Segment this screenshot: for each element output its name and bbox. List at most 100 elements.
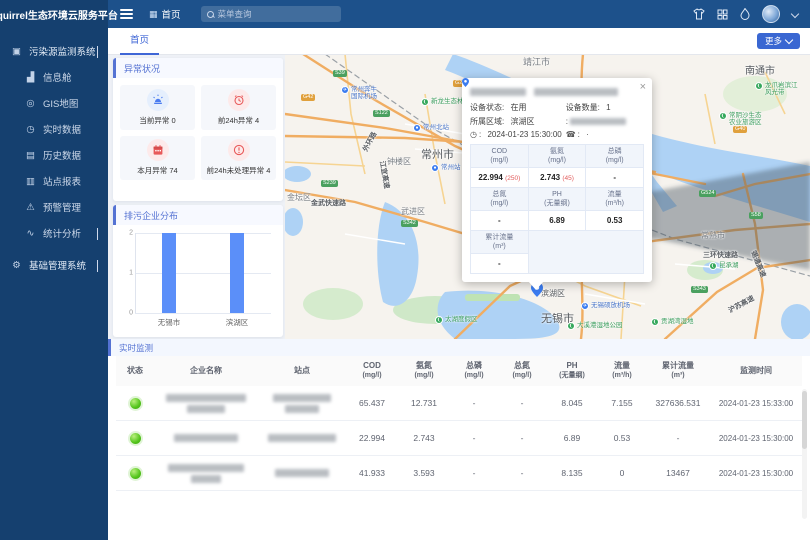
sidebar-item-base-system[interactable]: ⚙ 基础管理系统: [0, 252, 108, 278]
theme-skin-icon[interactable]: [693, 8, 705, 20]
tab-home[interactable]: 首页: [120, 28, 159, 55]
map-poi-label: 太湖度假区: [445, 316, 478, 323]
tab-bar: 首页 更多: [108, 28, 810, 55]
map-poi-label: 常阴沙生态农业旅游区: [729, 112, 762, 126]
map-poi-label: 常州奔牛国际机场: [351, 86, 377, 100]
map-poi: ❨昆承湖: [709, 262, 739, 270]
table-row[interactable]: 22.994 2.743 - - 6.89 0.53 - 2024-01-23 …: [116, 421, 802, 456]
stat-card-unhandled-abnormal[interactable]: 前24h未处理异常 4: [201, 136, 276, 181]
breadcrumb-label: 首页: [162, 7, 181, 21]
chart-bar-无锡市: [162, 233, 176, 313]
table-scrollbar: [802, 389, 807, 519]
map-city-label: 武进区: [401, 206, 425, 217]
search-placeholder: 菜单查询: [218, 8, 252, 20]
calendar-icon: [147, 139, 169, 161]
map-poi-label: 昆承湖: [719, 262, 739, 269]
map-city-label: 常州市: [421, 146, 454, 162]
map-poi-label: 无锡硕放机场: [591, 302, 630, 309]
alarm-lamp-icon: [147, 89, 169, 111]
sidebar-item-gis-map[interactable]: ◎ GIS地图: [0, 90, 108, 116]
road-number-badge: S39: [333, 70, 347, 77]
map[interactable]: 靖江市南通市常州市钟楼区武进区金坛区无锡市常熟市金武快速路三环快速路外环路江宜高…: [285, 54, 810, 339]
sidebar-item-station-report[interactable]: ▥ 站点报表: [0, 168, 108, 194]
enterprise-name-redacted: [154, 434, 258, 442]
map-poi: ❨常阴沙生态农业旅游区: [719, 112, 762, 126]
sidebar-item-info-hub[interactable]: ▟ 信息舱: [0, 64, 108, 90]
map-poi: ●常州北站: [413, 124, 449, 132]
train-icon: ●: [413, 124, 421, 132]
abnormal-status-panel: 异常状况 当前异常 0 前24h异常 4 本月异常 74: [113, 58, 283, 201]
table-row[interactable]: 65.437 12.731 - - 8.045 7.155 327636.531…: [116, 386, 802, 421]
map-poi-label: 新龙生态林: [431, 98, 464, 105]
flame-icon[interactable]: [740, 8, 750, 20]
scrollbar-thumb[interactable]: [802, 391, 807, 449]
panel-title: 异常状况: [113, 58, 283, 78]
top-header: Squirrel生态环境云服务平台 ▦ 首页 菜单查询: [0, 0, 810, 28]
chart-gridline: [135, 313, 271, 314]
app-window: Squirrel生态环境云服务平台 ▦ 首页 菜单查询 ▣ 污染源监测系统 ▟ …: [0, 0, 810, 540]
layout-grid-icon[interactable]: [717, 9, 728, 20]
hamburger-menu-icon[interactable]: [120, 9, 133, 19]
map-poi-label: 常州站: [441, 164, 461, 171]
stat-value: 4: [266, 166, 270, 175]
sidebar-item-statistics[interactable]: ∿ 统计分析: [0, 220, 108, 246]
road-number-badge: G524: [699, 190, 716, 197]
menu-search-input[interactable]: 菜单查询: [201, 6, 341, 22]
map-poi: ✈无锡硕放机场: [581, 302, 630, 310]
stat-value: 74: [169, 166, 177, 175]
map-city-label: 钟楼区: [387, 156, 411, 167]
road-number-badge: S58: [749, 212, 763, 219]
sidebar-item-alert-management[interactable]: ⚠ 预警管理: [0, 194, 108, 220]
chart-bar-滨湖区: [230, 233, 244, 313]
sidebar-item-realtime-data[interactable]: ◷ 实时数据: [0, 116, 108, 142]
map-city-label: 靖江市: [523, 55, 550, 68]
map-road-label: 三环快速路: [703, 250, 738, 260]
stat-card-month-abnormal[interactable]: 本月异常 74: [120, 136, 195, 181]
stat-card-current-abnormal[interactable]: 当前异常 0: [120, 85, 195, 130]
park-icon: ❨: [421, 98, 429, 106]
map-poi-label: 常州北站: [423, 124, 449, 131]
distribution-bar-chart: 210无锡市滨湖区: [113, 225, 283, 335]
park-icon: ❨: [755, 82, 763, 90]
park-icon: ❨: [567, 322, 575, 330]
chevron-down-icon: [97, 228, 98, 240]
chart-ytick: 0: [121, 310, 133, 317]
road-number-badge: S239: [321, 180, 338, 187]
alert-manage-icon: ⚠: [24, 202, 37, 213]
popup-close-icon[interactable]: ×: [640, 81, 646, 93]
stat-card-24h-abnormal[interactable]: 前24h异常 4: [201, 85, 276, 130]
road-number-badge: S343: [691, 286, 708, 293]
more-button[interactable]: 更多: [757, 33, 800, 49]
park-icon: ❨: [435, 316, 443, 324]
road-number-badge: G42: [301, 94, 315, 101]
enterprise-distribution-panel: 排污企业分布 210无锡市滨湖区: [113, 205, 283, 337]
station-report-icon: ▥: [24, 176, 37, 187]
map-poi-label: 贡湖湾湿地: [661, 318, 694, 325]
panel-title: 排污企业分布: [113, 205, 283, 225]
sidebar-item-history-data[interactable]: ▤ 历史数据: [0, 142, 108, 168]
table-row[interactable]: 41.933 3.593 - - 8.135 0 13467 2024-01-2…: [116, 456, 802, 491]
train-icon: ●: [431, 164, 439, 172]
stat-value: 0: [171, 116, 175, 125]
breadcrumb-home[interactable]: ▦ 首页: [149, 7, 181, 21]
map-poi-label: 大溪港湿地公园: [577, 322, 623, 329]
chart-gridline: [135, 233, 271, 234]
table-header-row: 状态 企业名称 站点 COD(mg/l) 氨氮(mg/l) 总磷(mg/l) 总…: [116, 356, 802, 386]
status-dot-online: [130, 468, 141, 479]
road-number-badge: S342: [401, 220, 418, 227]
user-avatar[interactable]: [762, 5, 780, 23]
chart-gridline: [135, 273, 271, 274]
station-info-popup: × 设备状态: 在用 设备数量: 1 所属区域: 滨湖区 : ◷: 2024-0…: [462, 78, 652, 282]
user-caret-down-icon[interactable]: [791, 10, 799, 18]
map-poi: ✈常州奔牛国际机场: [341, 86, 377, 100]
map-poi: ❨大溪港湿地公园: [567, 322, 623, 330]
location-pin-icon: [462, 78, 469, 87]
sidebar-item-pollution-system[interactable]: ▣ 污染源监测系统: [0, 38, 108, 64]
status-dot-online: [130, 433, 141, 444]
clock-icon: ◷: [470, 130, 477, 139]
monitor-system-icon: ▣: [10, 46, 23, 57]
map-poi-label: 龙爪岩滨江风光带: [765, 82, 798, 96]
map-city-label: 常熟市: [701, 230, 725, 241]
map-poi: ❨太湖度假区: [435, 316, 478, 324]
park-icon: ❨: [709, 262, 717, 270]
